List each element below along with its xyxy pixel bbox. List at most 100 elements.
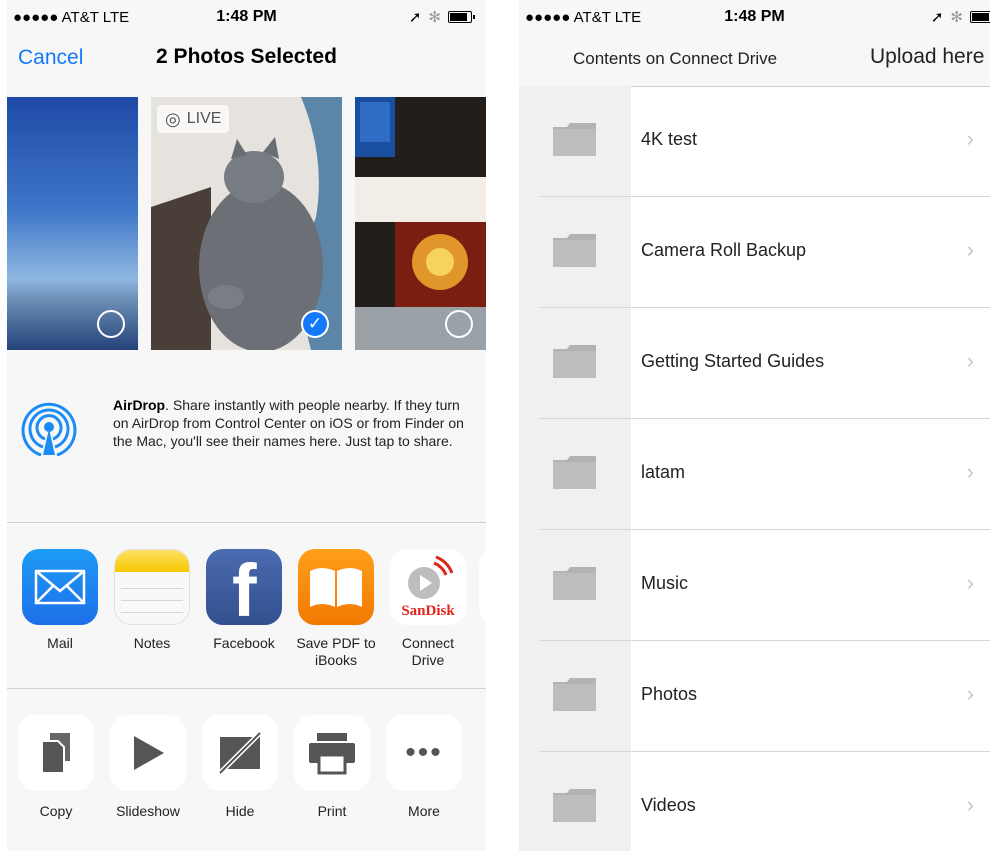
folder-row[interactable]: 4K test › — [519, 86, 990, 197]
action-label: Hide — [225, 803, 255, 819]
connect-drive-screen: ●●●●● AT&T LTE 1:48 PM ➚ ✻ Contents on C… — [519, 0, 990, 851]
app-label: Mail — [47, 635, 73, 651]
chevron-right-icon: › — [966, 237, 974, 262]
folder-row[interactable]: Photos › — [519, 641, 990, 752]
page-title: 2 Photos Selected — [156, 45, 337, 68]
sandisk-icon: SanDisk — [390, 549, 466, 625]
row-icon-gutter — [519, 197, 631, 308]
folder-row[interactable]: Music › — [519, 530, 990, 641]
app-icon-partial[interactable] — [479, 549, 486, 625]
folder-row[interactable]: Videos › — [519, 752, 990, 851]
folder-name: Videos — [641, 795, 696, 815]
photo-thumbnail[interactable] — [7, 97, 138, 350]
facebook-icon: f — [206, 549, 282, 625]
app-label: Notes — [133, 635, 171, 651]
folder-row[interactable]: Getting Started Guides › — [519, 308, 990, 419]
app-label: Save PDF to iBooks — [296, 635, 376, 668]
status-bar: ●●●●● AT&T LTE 1:48 PM ➚ ✻ — [7, 0, 486, 34]
chevron-right-icon: › — [966, 792, 974, 817]
chevron-right-icon: › — [966, 681, 974, 706]
chevron-right-icon: › — [966, 348, 974, 373]
location-icon: ➚ — [408, 9, 422, 26]
action-row: Copy Slideshow Hide Print ••• More — [7, 715, 486, 835]
airdrop-section[interactable]: AirDrop. Share instantly with people nea… — [7, 382, 486, 492]
upload-here-button[interactable]: Upload here — [870, 45, 984, 69]
row-icon-gutter — [519, 86, 631, 197]
photo-strip[interactable]: ◎ LIVE ✓ — [7, 97, 486, 350]
ibooks-icon — [298, 549, 374, 625]
row-icon-gutter — [519, 419, 631, 530]
action-copy[interactable]: Copy — [10, 715, 102, 819]
folder-icon — [553, 789, 596, 822]
hide-icon — [202, 715, 278, 791]
app-facebook[interactable]: f Facebook — [198, 549, 290, 652]
share-sheet-screen: ●●●●● AT&T LTE 1:48 PM ➚ ✻ Cancel 2 Phot… — [7, 0, 486, 851]
status-bar: ●●●●● AT&T LTE 1:48 PM ➚ ✻ — [519, 0, 990, 34]
action-label: Print — [317, 803, 347, 819]
app-mail[interactable]: Mail — [14, 549, 106, 652]
app-label: Facebook — [213, 635, 275, 651]
print-icon — [294, 715, 370, 791]
mail-icon — [22, 549, 98, 625]
folder-name: latam — [641, 462, 686, 482]
app-notes[interactable]: Notes — [106, 549, 198, 652]
chevron-right-icon: › — [966, 570, 974, 595]
nav-bar: Cancel 2 Photos Selected — [7, 34, 486, 86]
folder-name: Camera Roll Backup — [641, 240, 807, 260]
folder-icon — [553, 234, 596, 267]
select-circle[interactable] — [97, 310, 125, 338]
airdrop-title: AirDrop — [113, 397, 166, 413]
row-icon-gutter — [519, 641, 631, 752]
folder-name: 4K test — [641, 129, 698, 149]
app-label: Connect Drive — [401, 635, 455, 668]
folder-icon — [553, 456, 596, 489]
live-photo-icon: ◎ — [165, 108, 181, 129]
live-badge: ◎ LIVE — [157, 105, 230, 133]
more-icon: ••• — [386, 715, 462, 791]
action-hide[interactable]: Hide — [194, 715, 286, 819]
airdrop-icon — [21, 402, 77, 457]
live-label: LIVE — [186, 110, 222, 127]
action-print[interactable]: Print — [286, 715, 378, 819]
slideshow-icon — [110, 715, 186, 791]
photo-thumbnail[interactable] — [355, 97, 486, 350]
copy-icon — [18, 715, 94, 791]
page-title: Contents on Connect Drive — [573, 49, 778, 68]
folder-row[interactable]: Camera Roll Backup › — [519, 197, 990, 308]
folder-icon — [553, 345, 596, 378]
bluetooth-icon: ✻ — [950, 9, 963, 26]
row-icon-gutter — [519, 752, 631, 851]
action-label: More — [408, 803, 440, 819]
action-label: Slideshow — [116, 803, 180, 819]
battery-icon — [970, 11, 990, 23]
status-indicators: ➚ ✻ — [408, 8, 475, 26]
selected-check-icon[interactable]: ✓ — [301, 310, 329, 338]
folder-name: Photos — [641, 684, 698, 704]
folder-icon — [553, 123, 596, 156]
photo-thumbnail[interactable]: ◎ LIVE ✓ — [151, 97, 342, 350]
airdrop-body: . Share instantly with people nearby. If… — [113, 397, 464, 449]
select-circle[interactable] — [445, 310, 473, 338]
location-icon: ➚ — [930, 9, 944, 26]
sandisk-wordmark: SanDisk — [401, 603, 455, 619]
notes-icon — [114, 549, 190, 625]
app-row: Mail Notes f Facebook Save PDF to iBooks — [7, 549, 486, 679]
action-label: Copy — [39, 803, 73, 819]
airdrop-description: AirDrop. Share instantly with people nea… — [113, 396, 473, 450]
status-indicators: ➚ ✻ — [931, 8, 990, 26]
folder-name: Getting Started Guides — [641, 351, 825, 371]
folder-row[interactable]: latam › — [519, 419, 990, 530]
action-slideshow[interactable]: Slideshow — [102, 715, 194, 819]
row-icon-gutter — [519, 530, 631, 641]
app-connect-drive[interactable]: SanDisk Connect Drive — [382, 549, 474, 669]
clock: 1:48 PM — [724, 8, 785, 25]
action-more[interactable]: ••• More — [378, 715, 470, 819]
app-ibooks[interactable]: Save PDF to iBooks — [290, 549, 382, 669]
battery-icon — [448, 11, 475, 23]
folder-icon — [553, 567, 596, 600]
bluetooth-icon: ✻ — [428, 9, 441, 26]
divider — [7, 522, 486, 523]
row-icon-gutter — [519, 308, 631, 419]
chevron-right-icon: › — [966, 126, 974, 151]
folder-name: Music — [641, 573, 689, 593]
